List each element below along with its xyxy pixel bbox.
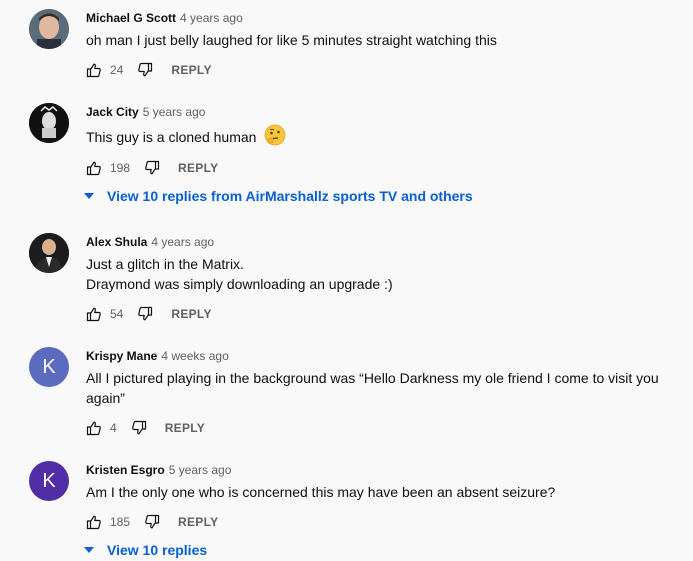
- view-replies-label: View 10 replies from AirMarshallz sports…: [107, 188, 473, 204]
- like-count: 24: [110, 63, 124, 77]
- like-button[interactable]: [84, 418, 104, 438]
- thumbs-up-icon: [86, 63, 101, 78]
- comment-time[interactable]: 5 years ago: [169, 463, 232, 477]
- comment-text-line: Just a glitch in the Matrix.: [86, 256, 244, 272]
- thumbs-down-icon: [138, 62, 153, 77]
- avatar-photo-icon: [29, 233, 69, 273]
- comment-meta: Krispy Mane 4 weeks ago: [86, 348, 229, 364]
- comment-time[interactable]: 4 years ago: [151, 235, 214, 249]
- comment-time[interactable]: 4 years ago: [180, 11, 243, 25]
- thumbs-down-icon: [145, 514, 160, 529]
- comment-text: Am I the only one who is concerned this …: [86, 482, 681, 502]
- thumbs-down-icon: [131, 420, 146, 435]
- avatar[interactable]: [29, 103, 69, 143]
- like-button[interactable]: [84, 512, 104, 532]
- avatar[interactable]: [29, 9, 69, 49]
- comment-text-line: Draymond was simply downloading an upgra…: [86, 276, 393, 292]
- comment-actions: 185 REPLY: [84, 510, 218, 534]
- comment-meta: Michael G Scott 4 years ago: [86, 10, 243, 26]
- view-replies-button[interactable]: View 10 replies: [84, 540, 207, 560]
- comment-text: All I pictured playing in the background…: [86, 368, 681, 408]
- comment-text: This guy is a cloned human: [86, 124, 681, 148]
- like-count: 185: [110, 515, 131, 529]
- comment-actions: 198 REPLY: [84, 156, 218, 180]
- thumbs-up-icon: [86, 515, 101, 530]
- dislike-button[interactable]: [142, 512, 162, 532]
- comment-actions: 4 REPLY: [84, 416, 205, 440]
- comment-text-line: Am I the only one who is concerned this …: [86, 484, 556, 500]
- comment-meta: Kristen Esgro 5 years ago: [86, 462, 231, 478]
- reply-button[interactable]: REPLY: [171, 63, 211, 77]
- comment-text-line: All I pictured playing in the background…: [86, 370, 659, 386]
- thumbs-up-icon: [86, 307, 101, 322]
- comment-actions: 24 REPLY: [84, 58, 212, 82]
- comment-text-line: again”: [86, 390, 125, 406]
- reply-button[interactable]: REPLY: [171, 307, 211, 321]
- dislike-button[interactable]: [142, 158, 162, 178]
- author-name[interactable]: Krispy Mane: [86, 349, 157, 363]
- dislike-button[interactable]: [129, 418, 149, 438]
- thinking-face-emoji-icon: [264, 124, 286, 153]
- avatar-photo-icon: [29, 9, 69, 49]
- like-count: 54: [110, 307, 124, 321]
- view-replies-button[interactable]: View 10 replies from AirMarshallz sports…: [84, 186, 473, 206]
- reply-button[interactable]: REPLY: [178, 515, 218, 529]
- comment-text-line: This guy is a cloned human: [86, 129, 257, 146]
- avatar-photo-icon: [29, 103, 69, 143]
- avatar-letter: K: [42, 469, 56, 492]
- avatar[interactable]: K: [29, 461, 69, 501]
- avatar-letter: K: [42, 355, 56, 378]
- author-name[interactable]: Kristen Esgro: [86, 463, 165, 477]
- avatar[interactable]: K: [29, 347, 69, 387]
- comment-time[interactable]: 4 weeks ago: [161, 349, 228, 363]
- like-count: 198: [110, 161, 131, 175]
- author-name[interactable]: Alex Shula: [86, 235, 147, 249]
- thumbs-up-icon: [86, 421, 101, 436]
- comment-meta: Jack City 5 years ago: [86, 104, 205, 120]
- like-button[interactable]: [84, 304, 104, 324]
- reply-button[interactable]: REPLY: [165, 421, 205, 435]
- comment-time[interactable]: 5 years ago: [143, 105, 206, 119]
- like-count: 4: [110, 421, 117, 435]
- dislike-button[interactable]: [135, 304, 155, 324]
- thumbs-down-icon: [145, 160, 160, 175]
- author-name[interactable]: Michael G Scott: [86, 11, 176, 25]
- like-button[interactable]: [84, 60, 104, 80]
- comment-text: oh man I just belly laughed for like 5 m…: [86, 30, 681, 50]
- thumbs-down-icon: [138, 306, 153, 321]
- dislike-button[interactable]: [135, 60, 155, 80]
- reply-button[interactable]: REPLY: [178, 161, 218, 175]
- thumbs-up-icon: [86, 161, 101, 176]
- comment-text: Just a glitch in the Matrix. Draymond wa…: [86, 254, 681, 294]
- author-name[interactable]: Jack City: [86, 105, 139, 119]
- comment-text-line: oh man I just belly laughed for like 5 m…: [86, 32, 497, 48]
- caret-down-icon: [84, 193, 94, 199]
- view-replies-label: View 10 replies: [107, 542, 208, 558]
- caret-down-icon: [84, 547, 94, 553]
- avatar[interactable]: [29, 233, 69, 273]
- comment-actions: 54 REPLY: [84, 302, 212, 326]
- comment-meta: Alex Shula 4 years ago: [86, 234, 214, 250]
- like-button[interactable]: [84, 158, 104, 178]
